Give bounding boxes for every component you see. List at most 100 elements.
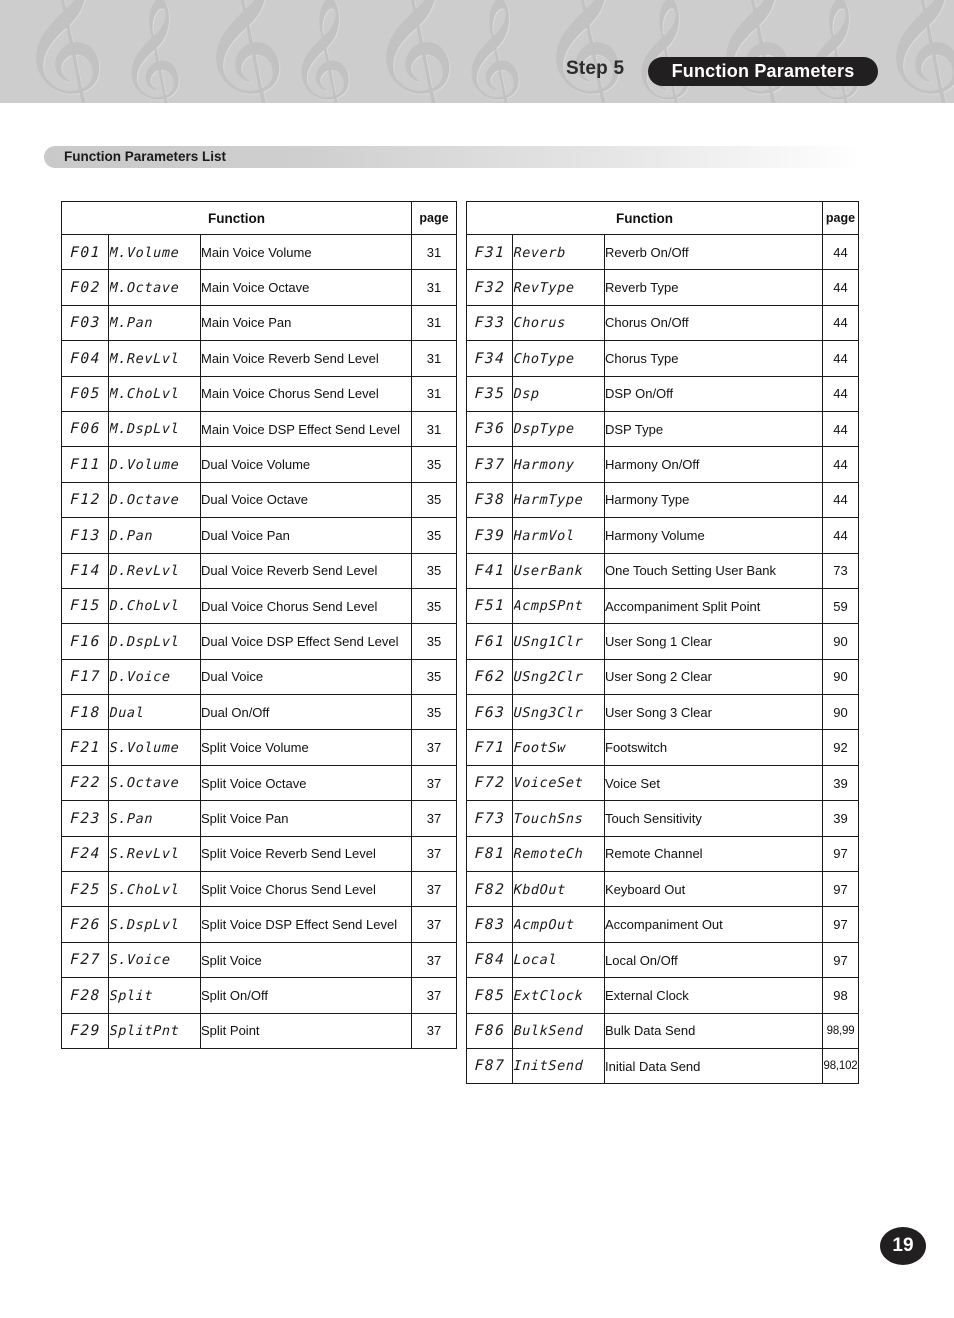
table-row: F32 RevType Reverb Type 44 bbox=[465, 269, 860, 306]
parameter-description-cell: DSP Type bbox=[603, 410, 824, 448]
table-row: F39 HarmVol Harmony Volume 44 bbox=[465, 517, 860, 554]
treble-clef-icon: 𝄞 bbox=[628, 0, 695, 103]
parameter-display-name-cell: ExtClock bbox=[511, 977, 606, 1014]
table-row: F18 Dual Dual On/Off 35 bbox=[60, 694, 458, 731]
table-row: F36 DspType DSP Type 44 bbox=[465, 410, 860, 448]
table-row: F35 Dsp DSP On/Off 44 bbox=[465, 375, 860, 412]
parameter-page-cell: 98,102 bbox=[822, 1047, 860, 1085]
section-heading-label: Function Parameters List bbox=[64, 149, 227, 164]
parameter-description-cell: Touch Sensitivity bbox=[603, 800, 824, 837]
parameter-description-cell: Local On/Off bbox=[603, 941, 824, 979]
parameter-page-cell: 44 bbox=[822, 446, 860, 483]
parameter-description-cell: Split On/Off bbox=[199, 977, 413, 1014]
parameter-description-cell: External Clock bbox=[603, 977, 824, 1014]
parameter-display-name-cell: DspType bbox=[511, 411, 606, 447]
table-row: F14 D.RevLvl Dual Voice Reverb Send Level 3… bbox=[60, 552, 458, 589]
parameter-page-cell: 37 bbox=[411, 906, 458, 943]
parameter-page-cell: 44 bbox=[822, 340, 860, 377]
parameter-code-cell: F16 bbox=[60, 623, 110, 660]
parameter-display-name-cell: USng3Clr bbox=[511, 694, 606, 730]
parameter-page-cell: 37 bbox=[411, 729, 458, 766]
parameter-code-cell: F73 bbox=[465, 800, 514, 837]
parameter-display-name-cell: M.Volume bbox=[107, 234, 202, 270]
parameter-description-cell: Dual Voice Octave bbox=[199, 481, 413, 519]
table-row: F13 D.Pan Dual Voice Pan 35 bbox=[60, 517, 458, 554]
table-header-row: Function page bbox=[60, 201, 458, 235]
table-row: F04 M.RevLvl Main Voice Reverb Send Level 3… bbox=[60, 340, 458, 377]
parameter-page-cell: 59 bbox=[822, 587, 860, 625]
parameter-code-cell: F32 bbox=[465, 269, 514, 306]
parameter-page-cell: 35 bbox=[411, 481, 458, 519]
parameter-description-cell: Footswitch bbox=[603, 729, 824, 766]
parameter-code-cell: F11 bbox=[60, 446, 110, 483]
parameter-description-cell: Dual Voice Chorus Send Level bbox=[199, 587, 413, 625]
parameter-display-name-cell: M.DspLvl bbox=[107, 411, 202, 447]
column-header-function: Function bbox=[60, 201, 413, 235]
parameter-display-name-cell: S.RevLvl bbox=[107, 836, 202, 872]
parameter-description-cell: Accompaniment Split Point bbox=[603, 587, 824, 625]
parameter-page-cell: 97 bbox=[822, 871, 860, 908]
parameter-display-name-cell: FootSw bbox=[511, 729, 606, 766]
parameter-display-name-cell: S.Volume bbox=[107, 729, 202, 766]
parameter-page-cell: 31 bbox=[411, 233, 458, 271]
parameter-page-cell: 39 bbox=[822, 764, 860, 802]
table-row: F06 M.DspLvl Main Voice DSP Effect Send Le… bbox=[60, 410, 458, 448]
parameter-page-cell: 31 bbox=[411, 304, 458, 342]
parameter-page-cell: 35 bbox=[411, 658, 458, 696]
table-row: F84 Local Local On/Off 97 bbox=[465, 941, 860, 979]
parameter-description-cell: Harmony On/Off bbox=[603, 446, 824, 483]
parameter-display-name-cell: D.RevLvl bbox=[107, 553, 202, 589]
parameter-description-cell: User Song 1 Clear bbox=[603, 623, 824, 660]
table-row: F34 ChoType Chorus Type 44 bbox=[465, 340, 860, 377]
table-row: F15 D.ChoLvl Dual Voice Chorus Send Level 3… bbox=[60, 587, 458, 625]
parameter-description-cell: Reverb On/Off bbox=[603, 233, 824, 271]
parameter-display-name-cell: D.Octave bbox=[107, 482, 202, 518]
table-row: F22 S.Octave Split Voice Octave 37 bbox=[60, 764, 458, 802]
table-row: F86 BulkSend Bulk Data Send 98,99 bbox=[465, 1012, 860, 1049]
parameter-page-cell: 90 bbox=[822, 694, 860, 731]
parameter-page-cell: 37 bbox=[411, 835, 458, 873]
parameter-display-name-cell: S.DspLvl bbox=[107, 906, 202, 943]
parameter-code-cell: F41 bbox=[465, 553, 514, 589]
table-row: F11 D.Volume Dual Voice Volume 35 bbox=[60, 446, 458, 483]
parameter-description-cell: User Song 2 Clear bbox=[603, 658, 824, 696]
parameter-code-cell: F83 bbox=[465, 906, 514, 943]
parameter-code-cell: F37 bbox=[465, 446, 514, 483]
parameter-code-cell: F13 bbox=[60, 517, 110, 554]
parameter-description-cell: Split Voice Pan bbox=[199, 800, 413, 837]
parameter-display-name-cell: USng1Clr bbox=[511, 623, 606, 660]
parameter-display-name-cell: S.Pan bbox=[107, 800, 202, 837]
parameter-code-cell: F15 bbox=[60, 588, 110, 624]
table-row: F85 ExtClock External Clock 98 bbox=[465, 977, 860, 1014]
table-row: F81 RemoteCh Remote Channel 97 bbox=[465, 835, 860, 873]
parameter-display-name-cell: D.Volume bbox=[107, 446, 202, 483]
parameter-display-name-cell: Dsp bbox=[511, 376, 606, 412]
parameter-page-cell: 31 bbox=[411, 410, 458, 448]
parameter-code-cell: F27 bbox=[60, 942, 110, 978]
parameter-description-cell: Harmony Volume bbox=[603, 517, 824, 554]
parameter-page-cell: 37 bbox=[411, 941, 458, 979]
page-header-band: 𝄞 𝄞 𝄞 𝄞 𝄞 𝄞 𝄞 𝄞 𝄞 𝄞 𝄞 bbox=[0, 0, 954, 103]
chapter-title-badge: Function Parameters bbox=[648, 57, 878, 86]
parameter-display-name-cell: UserBank bbox=[511, 553, 606, 589]
table-row: F31 Reverb Reverb On/Off 44 bbox=[465, 233, 860, 271]
table-row: F02 M.Octave Main Voice Octave 31 bbox=[60, 269, 458, 306]
table-row: F26 S.DspLvl Split Voice DSP Effect Send L… bbox=[60, 906, 458, 943]
parameter-description-cell: Voice Set bbox=[603, 764, 824, 802]
parameter-description-cell: Main Voice DSP Effect Send Level bbox=[199, 410, 413, 448]
parameter-code-cell: F25 bbox=[60, 871, 110, 907]
parameter-description-cell: Chorus Type bbox=[603, 340, 824, 377]
table-row: F28 Split Split On/Off 37 bbox=[60, 977, 458, 1014]
parameter-code-cell: F17 bbox=[60, 659, 110, 695]
parameter-code-cell: F82 bbox=[465, 871, 514, 907]
parameter-description-cell: Dual Voice Pan bbox=[199, 517, 413, 554]
table-row: F12 D.Octave Dual Voice Octave 35 bbox=[60, 481, 458, 519]
parameter-code-cell: F23 bbox=[60, 800, 110, 837]
parameter-code-cell: F36 bbox=[465, 411, 514, 447]
parameter-display-name-cell: Dual bbox=[107, 694, 202, 730]
parameter-display-name-cell: S.Voice bbox=[107, 942, 202, 978]
parameter-display-name-cell: VoiceSet bbox=[511, 765, 606, 801]
parameter-code-cell: F72 bbox=[465, 765, 514, 801]
parameter-display-name-cell: M.Pan bbox=[107, 305, 202, 341]
parameter-page-cell: 97 bbox=[822, 906, 860, 943]
